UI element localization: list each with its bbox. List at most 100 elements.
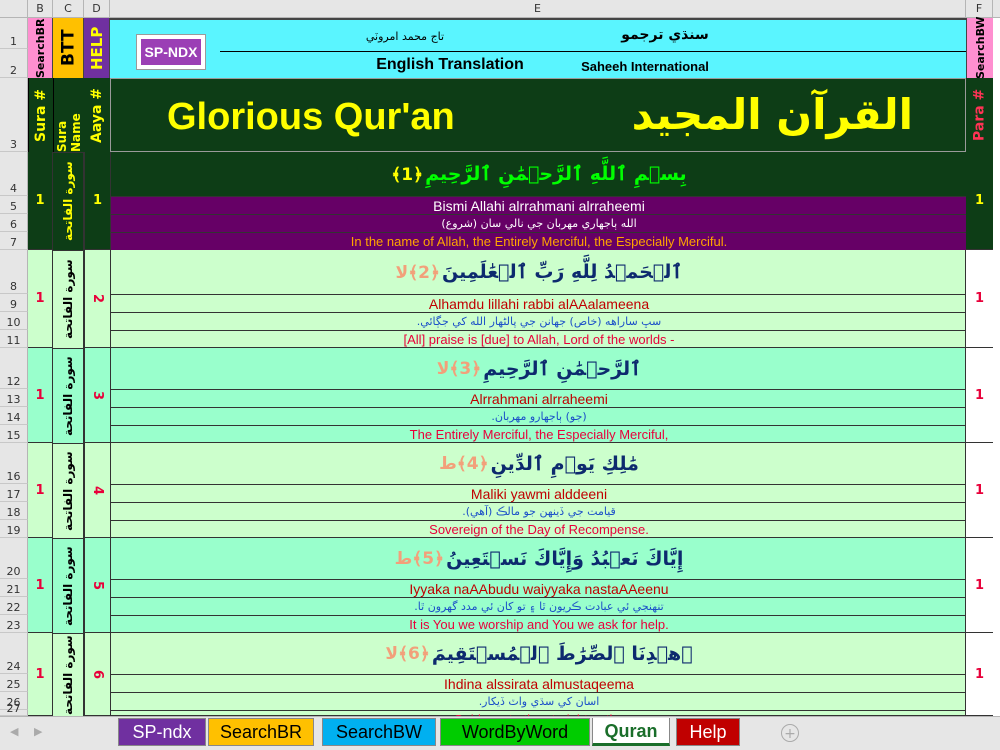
row-header[interactable]: 20 — [0, 538, 28, 579]
row-header[interactable]: 12 — [0, 348, 28, 389]
scroll-right-icon[interactable]: ▶ — [34, 725, 42, 738]
sura-name-cell: سورة الفاتحة — [53, 250, 84, 348]
row-header[interactable]: 14 — [0, 407, 28, 425]
sura-number-cell: 1 — [28, 633, 53, 716]
verse-block: 1 سورة الفاتحة 5 إِيَّاكَ نَعۡبُدُ وَإِيَّا… — [28, 538, 993, 633]
sura-name-cell: سورة الفاتحة — [53, 633, 84, 716]
row-header[interactable]: 7 — [0, 232, 28, 250]
row-header[interactable]: 4 — [0, 152, 28, 196]
para-number-heading: Para # — [971, 88, 988, 142]
arabic-verse: بِسۡمِ ٱللَّهِ ٱلرَّحۡمَٰنِ ٱلرَّحِيمِ ﴿1… — [111, 152, 967, 196]
add-sheet-icon[interactable]: + — [781, 724, 799, 742]
row-header[interactable]: 16 — [0, 443, 28, 484]
aaya-number-cell: 1 — [84, 152, 110, 250]
row-header[interactable]: 8 — [0, 250, 28, 294]
verse-end-marker: ﴿6﴾لا — [385, 644, 430, 664]
help-button[interactable]: HELP — [84, 18, 110, 78]
sheet-tab-searchbw[interactable]: SearchBW — [322, 718, 436, 746]
column-header-overflow — [993, 0, 1000, 18]
arabic-verse: إِيَّاكَ نَعۡبُدُ وَإِيَّاكَ نَسۡتَعِينُ… — [111, 538, 967, 579]
row-header[interactable]: 18 — [0, 502, 28, 520]
sindhi-translation: الله ٻاجھاري مھربان جي نالي سان (شروع) — [111, 214, 967, 232]
row-header[interactable]: 21 — [0, 579, 28, 597]
sura-number-cell: 1 — [28, 443, 53, 538]
column-header-c[interactable]: C — [53, 0, 84, 18]
spndx-button[interactable]: SP-NDX — [141, 39, 201, 65]
sura-name-cell: سورة الفاتحة — [53, 538, 84, 633]
sindhi-translation: سڀ ساراهه (خاص) جھانن جي پالڻھار الله کي… — [111, 312, 967, 330]
english-translation: In the name of Allah, the Entirely Merci… — [111, 232, 967, 250]
row-header[interactable]: 10 — [0, 312, 28, 330]
english-translation: Sovereign of the Day of Recompense. — [111, 520, 967, 538]
column-header-e[interactable]: E — [110, 0, 966, 18]
row-header[interactable]: 19 — [0, 520, 28, 538]
transliteration: Ihdina alssirata almustaqeema — [111, 674, 967, 692]
saheeh-international-label: Saheeh International — [581, 58, 709, 74]
aaya-number: 4 — [89, 485, 105, 495]
row-header[interactable]: 3 — [0, 78, 28, 152]
sura-name-cell: سورة الفاتحة — [53, 443, 84, 538]
sura-name-heading: Sura Name — [53, 78, 84, 152]
verse-block: 1 سورة الفاتحة 4 مَٰلِكِ يَوۡمِ ٱلدِّينِ ﴿4﴾… — [28, 443, 993, 538]
transliteration: Alrrahmani alrraheemi — [111, 389, 967, 407]
verse-main-cell: ٱلرَّحۡمَٰنِ ٱلرَّحِيمِ ﴿3﴾لا Alrrahmani a… — [110, 348, 967, 443]
para-number-cell: 1 — [966, 152, 993, 250]
row-header[interactable]: 24 — [0, 633, 28, 674]
row-header[interactable]: 17 — [0, 484, 28, 502]
transliteration: Bismi Allahi alrrahmani alrraheemi — [111, 196, 967, 214]
arabic-text: إِيَّاكَ نَعۡبُدُ وَإِيَّاكَ نَسۡتَعِينُ — [446, 547, 684, 570]
row-header[interactable]: 1 — [0, 18, 28, 49]
row-header[interactable]: 2 — [0, 49, 28, 78]
transliteration: Iyyaka naAAbudu waiyyaka nastaAAeenu — [111, 579, 967, 597]
aaya-number: 6 — [89, 669, 105, 679]
row-header[interactable]: 22 — [0, 597, 28, 615]
para-number-cell: 1 — [966, 443, 993, 538]
select-all-corner[interactable] — [0, 0, 28, 18]
verse-end-marker: ﴿3﴾لا — [436, 359, 482, 379]
verse-block: 1 سورة الفاتحة 6 ٱهۡدِنَا ٱلصِّرَٰطَ ٱلۡمُس… — [28, 633, 993, 716]
row-header[interactable]: 9 — [0, 294, 28, 312]
row-header[interactable]: 5 — [0, 196, 28, 214]
aaya-number-cell: 4 — [84, 443, 110, 538]
row-header[interactable]: 13 — [0, 389, 28, 407]
sura-number-cell: 1 — [28, 250, 53, 348]
column-header-b[interactable]: B — [28, 0, 53, 18]
sura-number-cell: 1 — [28, 152, 53, 250]
verse-main-cell: مَٰلِكِ يَوۡمِ ٱلدِّينِ ﴿4﴾ط Maliki yawmi … — [110, 443, 967, 538]
arabic-text: بِسۡمِ ٱللَّهِ ٱلرَّحۡمَٰنِ ٱلرَّحِيمِ — [425, 163, 687, 185]
verse-end-marker: ﴿4﴾ط — [439, 454, 489, 474]
row-header[interactable]: 23 — [0, 615, 28, 633]
verse-main-cell: ٱلۡحَمۡدُ لِلَّهِ رَبِّ ٱلۡعَٰلَمِينَ ﴿2﴾… — [110, 250, 967, 348]
row-header[interactable]: 15 — [0, 425, 28, 443]
column-header-d[interactable]: D — [84, 0, 110, 18]
para-number-cell: 1 — [966, 348, 993, 443]
searchbw-button[interactable]: SearchBW — [966, 16, 993, 80]
aaya-number-cell: 5 — [84, 538, 110, 633]
sura-number-cell: 1 — [28, 348, 53, 443]
sheet-tab-spndx[interactable]: SP-ndx — [118, 718, 206, 746]
arabic-text: ٱلۡحَمۡدُ لِلَّهِ رَبِّ ٱلۡعَٰلَمِينَ — [441, 261, 683, 283]
sheet-tab-searchbr[interactable]: SearchBR — [208, 718, 314, 746]
sindhi-translation: تنھنجي ئي عبادت ڪريون ٿا ۽ تو کان ئي مدد… — [111, 597, 967, 615]
scroll-left-icon[interactable]: ◀ — [10, 725, 18, 738]
sheet-tab-quran[interactable]: Quran — [592, 718, 670, 746]
searchbr-label: SearchBR — [34, 18, 47, 78]
arabic-verse: ٱلۡحَمۡدُ لِلَّهِ رَبِّ ٱلۡعَٰلَمِينَ ﴿2﴾… — [111, 250, 967, 294]
row-header[interactable]: 6 — [0, 214, 28, 232]
transliteration: Maliki yawmi alddeeni — [111, 484, 967, 502]
btt-button[interactable]: BTT — [53, 18, 84, 78]
author-name: تاج محمد امروٽي — [365, 29, 445, 43]
aaya-number: 1 — [92, 193, 103, 208]
btt-label: BTT — [58, 29, 79, 67]
searchbw-label: SearchBW — [974, 16, 987, 80]
aaya-number: 2 — [89, 293, 105, 304]
banner-right: Para # — [966, 78, 993, 152]
arabic-verse: ٱلرَّحۡمَٰنِ ٱلرَّحِيمِ ﴿3﴾لا — [111, 348, 967, 389]
row-header[interactable]: 25 — [0, 674, 28, 692]
sura-name-cell: سورة الفاتحة — [53, 348, 84, 443]
row-header[interactable]: 11 — [0, 330, 28, 348]
column-header-f[interactable]: F — [966, 0, 993, 18]
searchbr-button[interactable]: SearchBR — [28, 18, 53, 78]
sheet-tab-help[interactable]: Help — [676, 718, 740, 746]
sheet-tab-wordbyword[interactable]: WordByWord — [440, 718, 590, 746]
